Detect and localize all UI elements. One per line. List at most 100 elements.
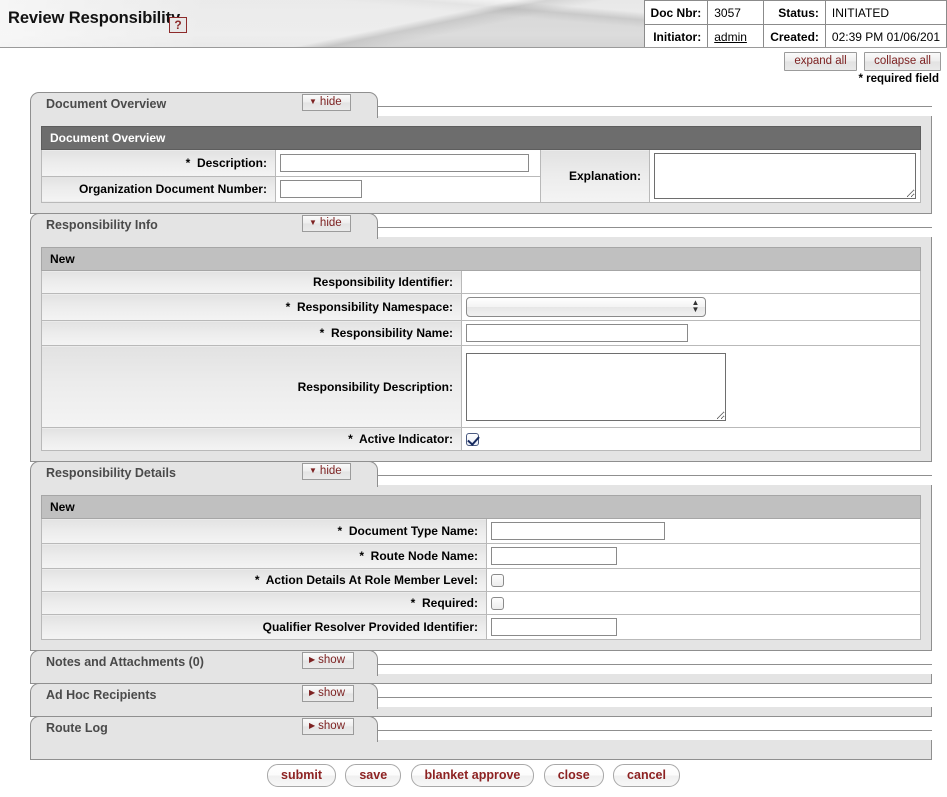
route-node-name-label: * Route Node Name: [41,543,487,569]
section-responsibility-info: Responsibility Info ▼ hide New Responsibi… [30,213,932,462]
initiator-value: admin [707,24,765,47]
section-panel: Document Overview * Description: Explana… [30,116,932,214]
document-type-name-input[interactable] [491,522,665,540]
action-details-at-role-member-level-checkbox[interactable] [491,574,504,588]
section-tab-header: Notes and Attachments (0) ▶ show [30,650,932,676]
required-star: * [410,596,416,610]
required-star: * [285,300,291,314]
close-button[interactable]: close [543,764,604,787]
table-row: Qualifier Resolver Provided Identifier: [41,614,921,640]
chevron-down-icon: ▼ [309,97,317,106]
initiator-link[interactable]: admin [714,30,747,44]
active-indicator-field-cell [461,427,921,451]
collapse-all-button[interactable]: collapse all [864,52,941,71]
table-row: Responsibility Identifier: [41,270,921,294]
select-wrapper: ▲ ▼ [466,297,706,317]
show-button-notes-and-attachments[interactable]: ▶ show [302,652,355,669]
page-title: Review Responsibility [8,9,181,27]
hide-button-responsibility-details[interactable]: ▼ hide [302,463,351,480]
label-text: Required: [421,596,478,610]
section-title: Responsibility Info [46,218,158,232]
grid-header-label: New [41,247,921,271]
required-star: * [348,432,353,446]
save-button[interactable]: save [345,764,402,787]
table-row: * Responsibility Namespace: ▲ ▼ [41,293,921,321]
tab-shoulder [360,730,932,742]
tab-shoulder [360,697,932,709]
description-label: * Description: [41,149,276,177]
blanket-approve-button[interactable]: blanket approve [410,764,535,787]
doc-nbr-value: 3057 [707,0,765,25]
doc-nbr-label: Doc Nbr: [643,0,709,25]
help-icon[interactable]: ? [169,17,187,33]
table-row: * Action Details At Role Member Level: [41,568,921,592]
section-document-overview: Document Overview ▼ hide Document Overvie… [30,92,932,214]
responsibility-namespace-label: * Responsibility Namespace: [41,293,462,321]
organization-document-number-input[interactable] [279,180,362,199]
required-star: * [185,155,191,170]
explanation-label: Explanation: [539,149,651,203]
chevron-right-icon: ▶ [309,721,316,730]
table-row: * Responsibility Name: [41,320,921,346]
hide-button-document-overview[interactable]: ▼ hide [302,94,351,111]
responsibility-identifier-value [461,270,921,294]
tab-shoulder [360,664,932,676]
hide-button-responsibility-info[interactable]: ▼ hide [302,215,351,232]
table-row: * Document Type Name: [41,518,921,544]
page-body: Document Overview ▼ hide Document Overvie… [0,92,947,760]
label-text: Description: [196,155,267,170]
explanation-field-cell [649,149,921,203]
active-indicator-label: * Active Indicator: [41,427,462,451]
label-text: Responsibility Identifier: [312,275,453,289]
section-tab-header: Route Log ▶ show [30,716,932,742]
label-text: Route Node Name: [370,549,478,563]
section-tab-header: Responsibility Details ▼ hide [30,461,932,487]
toolbar-buttons: expand all collapse all [780,52,941,71]
responsibility-namespace-select[interactable] [466,297,706,317]
responsibility-name-input[interactable] [466,324,688,342]
status-value: INITIATED [824,0,947,25]
description-input[interactable] [279,153,529,172]
grid-header-label: New [41,495,921,519]
responsibility-description-field-cell [461,345,921,428]
toggle-label: show [318,687,346,699]
required-field-cell [486,591,921,615]
initiator-label: Initiator: [643,24,709,47]
section-title: Document Overview [46,97,167,111]
toggle-label: hide [319,96,342,108]
responsibility-identifier-label: Responsibility Identifier: [41,270,462,294]
document-type-name-label: * Document Type Name: [41,518,487,544]
table-row: Responsibility Description: [41,345,921,428]
required-star: * [337,524,343,538]
responsibility-info-grid: New Responsibility Identifier: * Respons… [41,247,921,451]
expand-all-button[interactable]: expand all [784,52,857,71]
section-title: Notes and Attachments (0) [46,655,204,669]
required-star: * [359,549,364,563]
required-label: * Required: [41,591,487,615]
explanation-textarea[interactable] [654,153,916,199]
label-text: Responsibility Name: [330,326,453,340]
section-panel: New Responsibility Identifier: * Respons… [30,237,932,462]
qualifier-resolver-label: Qualifier Resolver Provided Identifier: [41,614,487,640]
route-node-name-input[interactable] [491,547,617,565]
toggle-label: show [318,720,346,732]
responsibility-name-label: * Responsibility Name: [41,320,462,346]
toggle-label: hide [319,465,342,477]
section-tab-header: Document Overview ▼ hide [30,92,932,118]
responsibility-description-textarea[interactable] [466,352,726,421]
qualifier-resolver-provided-identifier-input[interactable] [491,618,617,636]
cancel-button[interactable]: cancel [613,764,680,787]
section-panel-collapsed [30,740,932,760]
route-node-name-field-cell [486,543,921,569]
show-button-ad-hoc-recipients[interactable]: ▶ show [302,685,355,702]
grid-header-row: New [41,247,921,271]
active-indicator-checkbox[interactable] [466,433,479,447]
show-button-route-log[interactable]: ▶ show [302,718,355,735]
required-star: * [319,326,325,340]
created-label: Created: [763,24,826,47]
section-route-log: Route Log ▶ show [30,716,932,760]
description-field-cell [274,149,541,177]
required-star: * [254,573,260,587]
required-checkbox[interactable] [491,597,504,611]
submit-button[interactable]: submit [267,764,337,787]
